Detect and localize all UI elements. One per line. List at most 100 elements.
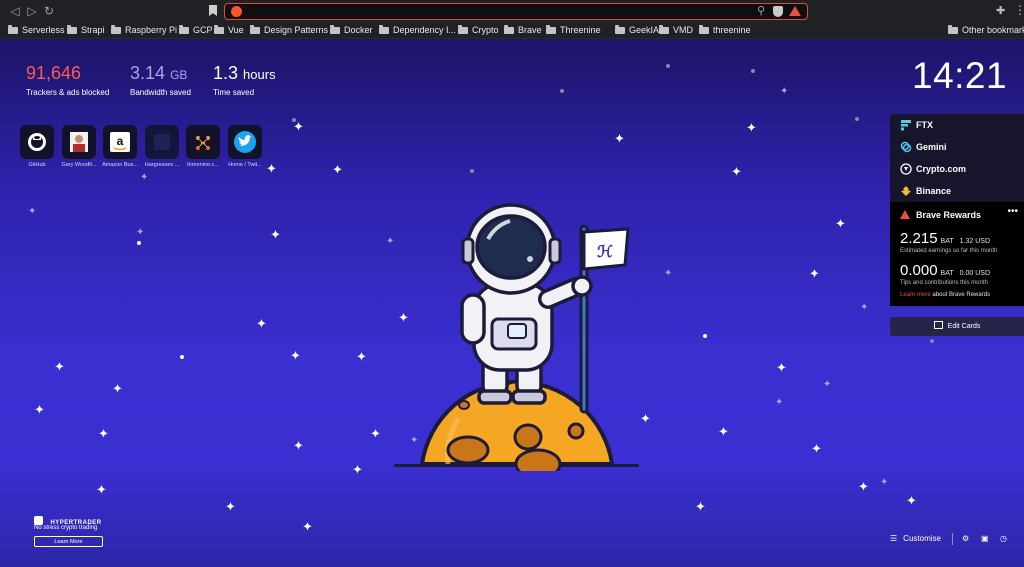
brave-rewards-icon[interactable] <box>789 6 801 16</box>
bookmark-item[interactable]: Docker <box>330 22 373 38</box>
bookmark-item[interactable]: Vue <box>214 22 244 38</box>
star-icon: ✦ <box>293 119 304 134</box>
star-dot <box>180 355 184 359</box>
reload-button[interactable]: ↻ <box>42 4 56 18</box>
star-dot <box>703 334 707 338</box>
svg-text:ℋ: ℋ <box>597 244 613 261</box>
star-icon: ✦ <box>96 482 107 497</box>
card-crypto-com-label: Crypto.com <box>916 164 967 174</box>
crypto-com-icon <box>900 163 912 175</box>
bookmark-item[interactable]: Design Patterns <box>250 22 328 38</box>
bookmark-icon[interactable] <box>209 5 217 16</box>
card-binance[interactable]: Binance <box>890 180 1024 202</box>
star-dot <box>751 69 755 73</box>
brave-shields-icon[interactable] <box>773 6 783 17</box>
star-icon: ✦ <box>352 462 363 477</box>
bookmark-item[interactable]: VMD <box>659 22 693 38</box>
star-icon: ✦ <box>695 499 706 514</box>
star-icon: ✦ <box>811 441 822 456</box>
top-site-threenine[interactable] <box>186 125 220 159</box>
hypertrader-logo-icon <box>34 516 43 525</box>
tips-value: 0.000 <box>900 262 938 279</box>
forward-button[interactable]: ▷ <box>25 4 39 18</box>
bookmarks-icon[interactable]: ▣ <box>981 533 989 545</box>
back-button[interactable]: ◁ <box>8 4 22 18</box>
top-site-hargreaves[interactable] <box>145 125 179 159</box>
bookmark-item[interactable]: Crypto <box>458 22 499 38</box>
bookmark-label: Brave <box>518 25 542 35</box>
star-icon: ✦ <box>293 438 304 453</box>
folder-icon <box>504 25 514 34</box>
trackers-blocked-label: Trackers & ads blocked <box>26 88 110 97</box>
card-gemini-label: Gemini <box>916 142 947 152</box>
trackers-blocked-value: 91,646 <box>26 63 82 83</box>
binance-icon <box>901 186 911 196</box>
menu-icon[interactable]: ⋮ <box>1014 3 1024 17</box>
bookmark-label: Strapi <box>81 25 105 35</box>
bookmark-label: Threenine <box>560 25 601 35</box>
star-icon: ✦ <box>332 162 343 177</box>
bookmark-item[interactable]: threenine <box>699 22 751 38</box>
bookmark-item[interactable]: Dependency I... <box>379 22 456 38</box>
card-ftx[interactable]: FTX <box>890 114 1024 136</box>
time-saved-value: 1.3 hours <box>213 63 276 85</box>
star-icon: ✦ <box>112 381 123 396</box>
bookmark-label: VMD <box>673 25 693 35</box>
learn-more-text: Learn more about Brave Rewards <box>900 292 1014 298</box>
rewards-title: Brave Rewards <box>900 208 1014 222</box>
zoom-icon[interactable]: ⚲ <box>757 4 765 19</box>
bookmark-item[interactable]: Brave <box>504 22 542 38</box>
earnings-caption: Estimated earnings so far this month <box>900 248 998 254</box>
bookmark-item[interactable]: Raspberry Pi <box>111 22 177 38</box>
bookmark-label: Crypto <box>472 25 499 35</box>
tips-amount: 0.000 BAT 0.00 USD <box>900 262 1014 279</box>
star-icon: ✦ <box>98 426 109 441</box>
more-menu-icon[interactable]: ••• <box>1007 206 1018 217</box>
bookmark-item[interactable]: GCP <box>179 22 213 38</box>
bookmark-item[interactable]: Strapi <box>67 22 105 38</box>
divider <box>952 533 953 545</box>
bookmark-item[interactable]: Threenine <box>546 22 601 38</box>
bandwidth-number: 3.14 <box>130 63 166 83</box>
bookmark-item[interactable]: Serverless <box>8 22 65 38</box>
top-site-profile[interactable] <box>62 125 96 159</box>
top-site-label: GitHub <box>28 162 46 168</box>
card-crypto-com[interactable]: Crypto.com <box>890 158 1024 180</box>
top-site-github[interactable] <box>20 125 54 159</box>
star-icon: ✦ <box>290 348 301 363</box>
folder-icon <box>250 25 260 34</box>
puzzle-icon[interactable]: ✚ <box>996 5 1008 17</box>
bookmark-label: Vue <box>228 25 244 35</box>
other-bookmarks[interactable]: Other bookmarks <box>948 22 1024 38</box>
history-icon[interactable]: ◷ <box>1000 533 1007 545</box>
top-site-label: Amazon Bus... <box>102 162 138 168</box>
star-icon: ✦ <box>809 266 820 281</box>
tips-unit: BAT <box>940 270 954 277</box>
star-icon: ✦ <box>823 379 832 390</box>
star-icon: ✦ <box>302 519 313 534</box>
tips-caption: Tips and contributions this month <box>900 280 988 286</box>
card-gemini[interactable]: Gemini <box>890 136 1024 158</box>
top-site-twitter[interactable] <box>228 125 262 159</box>
customise-button[interactable]: ☰ Customise <box>890 533 941 545</box>
address-bar[interactable]: ⚲ <box>224 3 808 20</box>
learn-more-button[interactable]: Learn More <box>34 536 103 547</box>
sponsored-promo: HYPERTRADER No stress crypto trading Lea… <box>34 511 103 547</box>
folder-icon <box>67 25 77 34</box>
card-ftx-label: FTX <box>916 120 933 130</box>
settings-icon[interactable]: ⚙ <box>962 533 969 545</box>
star-icon: ✦ <box>34 402 45 417</box>
edit-cards-button[interactable]: Edit Cards <box>890 317 1024 336</box>
time-saved-label: Time saved <box>213 88 255 97</box>
star-icon: ✦ <box>780 86 789 97</box>
top-site-amazon[interactable]: a <box>103 125 137 159</box>
amazon-icon: a <box>110 132 130 152</box>
bookmark-label: Dependency I... <box>393 25 457 35</box>
earnings-amount: 2.215 BAT 1.32 USD <box>900 230 1014 247</box>
sliders-icon: ☰ <box>890 534 898 543</box>
star-icon: ✦ <box>140 172 149 183</box>
profile-photo <box>70 132 88 152</box>
folder-icon <box>699 25 709 34</box>
brave-logo-icon <box>231 6 242 17</box>
learn-more-link[interactable]: Learn more <box>900 292 931 298</box>
